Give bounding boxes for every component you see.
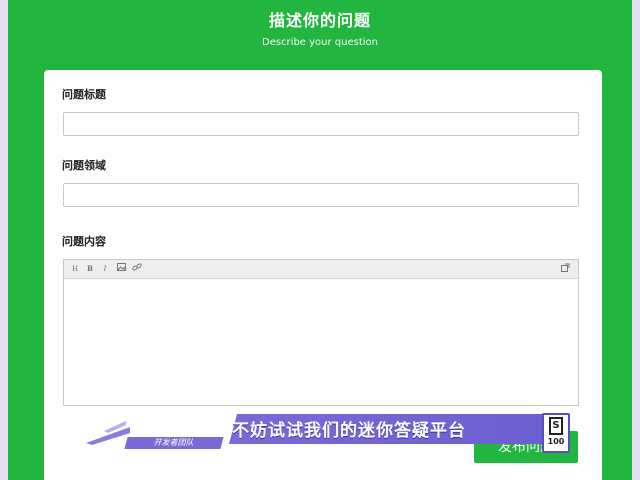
logo-icon: S — [549, 417, 563, 435]
page-subtitle: Describe your question — [262, 37, 378, 48]
badge-logo: S 100 — [542, 413, 570, 453]
fullscreen-icon[interactable] — [559, 263, 571, 275]
content-editor: H B I — [63, 259, 579, 406]
title-input[interactable] — [63, 112, 579, 136]
page-title: 描述你的问题 — [268, 11, 371, 30]
app-background: 描述你的问题 Describe your question 问题标题 问题领域 … — [8, 0, 632, 480]
title-label: 问题标题 — [62, 88, 106, 101]
swoosh-icon — [86, 421, 130, 445]
editor-body[interactable] — [64, 279, 578, 405]
editor-toolbar: H B I — [64, 260, 578, 279]
team-watermark: 代码太美队 开发者团队 — [86, 411, 236, 451]
header-icon[interactable]: H — [69, 263, 81, 275]
team-name: 代码太美队 — [136, 418, 211, 434]
caption-text: 不妨试试我们的迷你答疑平台 — [232, 421, 466, 441]
content-label: 问题内容 — [62, 235, 106, 248]
bold-icon[interactable]: B — [84, 263, 96, 275]
team-tag: 开发者团队 — [124, 437, 224, 449]
italic-icon[interactable]: I — [99, 263, 111, 275]
link-icon[interactable] — [131, 263, 143, 275]
domain-input[interactable] — [63, 183, 579, 207]
domain-label: 问题领域 — [62, 159, 106, 172]
badge-number: 100 — [547, 437, 565, 446]
image-icon[interactable] — [115, 263, 127, 275]
